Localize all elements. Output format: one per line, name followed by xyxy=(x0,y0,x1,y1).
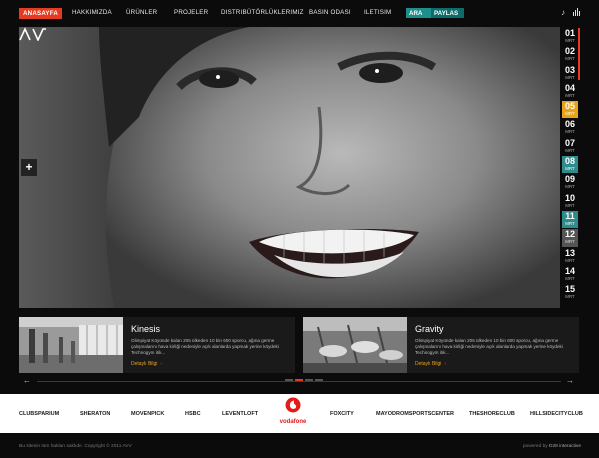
brand-movenpick[interactable]: MOVENPICK xyxy=(131,411,164,417)
nav-item-iletisim[interactable]: ILETISIM xyxy=(364,9,391,16)
date-item[interactable]: 06 MRT xyxy=(562,119,578,136)
more-info-link[interactable]: Detaylı Bilgi › xyxy=(415,361,446,367)
top-nav: ANASAYFA HAKKIMIZDA ÜRÜNLER PROJELER DIS… xyxy=(0,0,599,27)
date-item[interactable]: 10 MRT xyxy=(562,193,578,210)
music-note-icon[interactable]: ♪ xyxy=(561,8,565,17)
sound-bars-icon[interactable] xyxy=(573,8,581,16)
nav-item-basin-odasi[interactable]: BASIN ODASI xyxy=(309,9,351,16)
footer: Bu sitenin tüm hakları saklıdır. Copyrig… xyxy=(0,433,599,458)
pagination-dot[interactable] xyxy=(315,379,323,381)
date-item-highlighted[interactable]: 12 MRT xyxy=(562,229,578,247)
powered-by[interactable]: powered by D28 interactive xyxy=(523,444,581,449)
date-list: 01 MRT 02 MRT 03 MRT 04 MRT 05 MRT 06 MRT 07 MR… xyxy=(562,28,578,302)
date-item[interactable]: 04 MRT xyxy=(562,83,578,100)
card-title: Kinesis xyxy=(131,324,161,334)
brand-sheraton[interactable]: SHERATON xyxy=(80,411,110,417)
kinesis-thumbnail[interactable] xyxy=(19,317,123,373)
chevron-right-icon: › xyxy=(444,361,447,367)
date-item-highlighted[interactable]: 08 MRT xyxy=(562,156,578,174)
date-item-highlighted[interactable]: 11 MRT xyxy=(562,210,578,229)
hero-portrait-illustration xyxy=(19,27,560,308)
brand-clubsparium[interactable]: CLUBSPARIUM xyxy=(19,411,59,417)
date-item[interactable]: 13 MRT xyxy=(562,248,578,265)
brand-theshoreclub[interactable]: THESHORECLUB xyxy=(469,411,515,417)
nav-item-hakkimizda[interactable]: HAKKIMIZDA xyxy=(72,9,112,16)
product-card-gravity: Gravity Olimpiyat Köyünde kalan 205 ülke… xyxy=(303,317,579,373)
share-button[interactable]: PAYLAS xyxy=(431,8,464,18)
hero-image xyxy=(19,27,560,308)
nav-item-projeler[interactable]: PROJELER xyxy=(174,9,208,16)
brand-leventloft[interactable]: LEVENTLOFT xyxy=(222,411,258,417)
copyright-text: Bu sitenin tüm hakları saklıdır. Copyrig… xyxy=(19,444,132,449)
date-item[interactable]: 02 MRT xyxy=(562,46,578,63)
nav-item-anasayfa[interactable]: ANASAYFA xyxy=(19,8,63,19)
expand-plus-button[interactable]: + xyxy=(21,159,37,176)
vodafone-logo-icon xyxy=(285,397,301,413)
brand-vodafone[interactable]: vodafone xyxy=(276,397,310,431)
arrow-right-icon[interactable]: → xyxy=(566,376,574,385)
brand-hillsidecityclub[interactable]: HILLSIDECITYCLUB xyxy=(530,411,583,417)
date-scroll-indicator xyxy=(578,28,580,80)
slider-pagination xyxy=(285,379,323,381)
date-item[interactable]: 14 MRT xyxy=(562,266,578,283)
nav-item-urunler[interactable]: ÜRÜNLER xyxy=(126,9,157,16)
date-item[interactable]: 01 MRT xyxy=(562,28,578,45)
card-description: Olimpiyat Köyünde kalan 205 ülkeden 10 b… xyxy=(415,338,563,356)
chevron-right-icon: › xyxy=(160,361,163,367)
arrow-left-icon[interactable]: ← xyxy=(23,376,31,385)
product-card-kinesis: Kinesis Olimpiyat Köyünde kalan 205 ülke… xyxy=(19,317,295,373)
nav-item-distributorluklerimiz[interactable]: DISTRIBÜTÖRLÜKLERIMIZ xyxy=(221,9,304,16)
pagination-dot[interactable] xyxy=(305,379,313,381)
brand-foxcity[interactable]: FOXCITY xyxy=(330,411,354,417)
pagination-dot[interactable] xyxy=(285,379,293,381)
card-title: Gravity xyxy=(415,324,444,334)
search-share-box: ARA PAYLAS xyxy=(406,8,464,18)
date-item-highlighted[interactable]: 05 MRT xyxy=(562,101,578,119)
card-description: Olimpiyat Köyünde kalan 205 ülkeden 10 b… xyxy=(131,338,279,356)
more-info-link[interactable]: Detaylı Bilgi › xyxy=(131,361,162,367)
pagination-dot-active[interactable] xyxy=(295,379,303,381)
date-item[interactable]: 09 MRT xyxy=(562,174,578,191)
date-item[interactable]: 07 MRT xyxy=(562,138,578,155)
date-item[interactable]: 03 MRT xyxy=(562,65,578,82)
brand-mayodrom[interactable]: MAYODROMSPORTSCENTER xyxy=(376,411,454,417)
date-item[interactable]: 15 MRT xyxy=(562,284,578,301)
slider-track xyxy=(37,381,561,382)
avv-logo[interactable] xyxy=(19,27,47,41)
brand-logo-strip: CLUBSPARIUM SHERATON MOVENPICK HSBC LEVE… xyxy=(0,394,599,433)
search-button[interactable]: ARA xyxy=(406,8,431,18)
brand-hsbc[interactable]: HSBC xyxy=(185,411,201,417)
gravity-thumbnail[interactable] xyxy=(303,317,407,373)
card-slider-controls: ← → xyxy=(19,376,579,386)
